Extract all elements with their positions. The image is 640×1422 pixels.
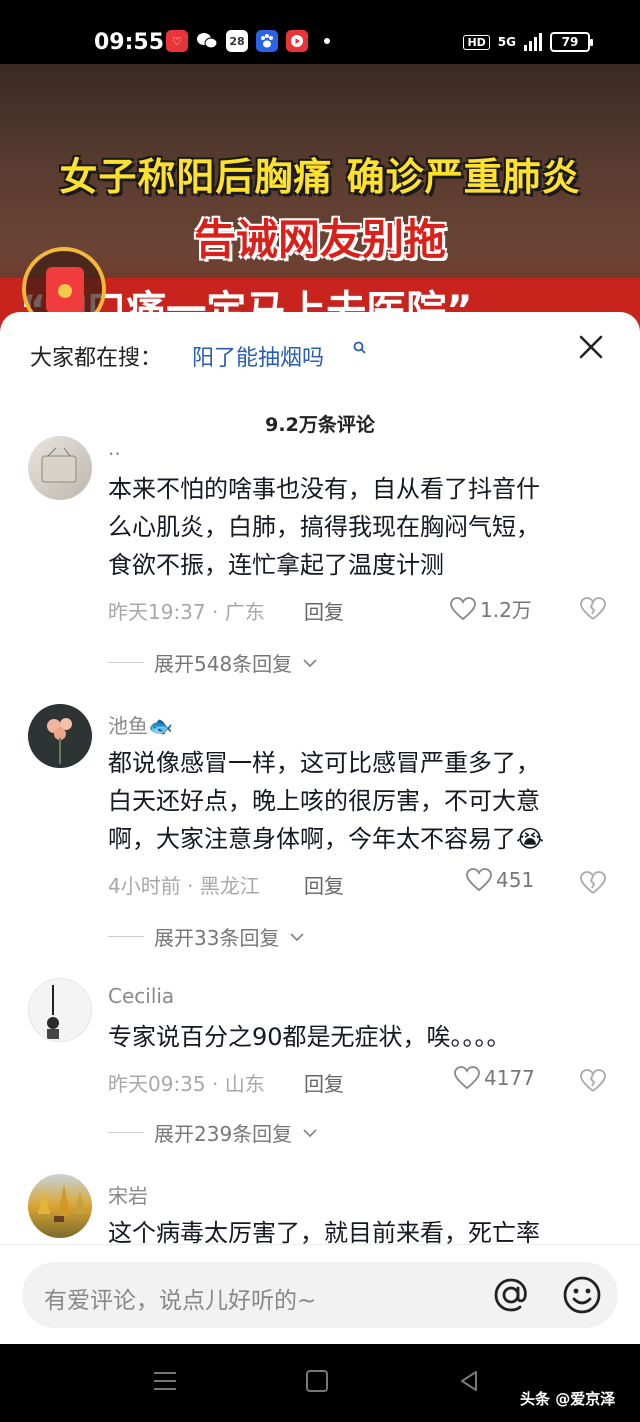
comment-line: 食欲不振，连忙拿起了温度计测 — [108, 551, 444, 579]
comment-meta: 昨天19:37 · 广东 — [108, 600, 265, 624]
baidu-icon — [256, 30, 278, 52]
search-suggestion-link[interactable]: 阳了能抽烟吗 — [192, 340, 324, 372]
expand-replies-label: 展开548条回复 — [154, 652, 293, 676]
comment-author[interactable]: .. — [108, 436, 121, 460]
back-icon[interactable] — [458, 1370, 480, 1392]
avatar[interactable] — [28, 978, 92, 1042]
video-player[interactable]: 女子称阳后胸痛 确诊严重肺炎 告诫网友别拖 “胸口痛一定马上去医院” — [0, 64, 640, 334]
divider — [108, 1132, 144, 1133]
comment-line: 专家说百分之90都是无症状，唉。。。。 — [108, 1023, 511, 1051]
video-headline-1: 女子称阳后胸痛 确诊严重肺炎 — [59, 155, 581, 199]
expand-replies-button[interactable]: 展开239条回复 — [108, 1118, 318, 1147]
comment-author[interactable]: 池鱼🐟 — [108, 710, 173, 739]
watermark: 头条 @爱京泽 — [520, 1390, 616, 1408]
chevron-down-icon — [303, 1128, 317, 1137]
comment-count: 9.2万条评论 — [265, 414, 375, 436]
comment-input-placeholder: 有爱评论，说点儿好听的~ — [44, 1288, 317, 1314]
network-type: 5G — [497, 35, 516, 49]
like-count: 4177 — [484, 1066, 535, 1090]
fish-icon: 🐟 — [148, 714, 173, 738]
divider — [108, 936, 144, 937]
calendar-icon: 28 — [226, 30, 248, 52]
like-count: 451 — [496, 868, 535, 892]
hd-icon: HD — [463, 34, 490, 50]
red-packet-coin-icon — [58, 284, 72, 298]
like-button[interactable]: 451 — [466, 868, 534, 892]
avatar[interactable] — [28, 1174, 92, 1238]
search-icon — [353, 341, 366, 354]
signal-icon — [524, 33, 542, 51]
heart-icon — [450, 596, 476, 620]
home-icon[interactable] — [306, 1370, 328, 1392]
reply-button[interactable]: 回复 — [304, 596, 344, 625]
comment-line: 啊，大家注意身体啊，今年太不容易了😭 — [108, 825, 545, 853]
expand-replies-button[interactable]: 展开33条回复 — [108, 922, 305, 951]
like-button[interactable]: 1.2万 — [450, 594, 532, 623]
comment-text: 都说像感冒一样，这可比感冒严重多了， 白天还好点，晚上咳的很厉害，不可大意 啊，… — [108, 744, 608, 858]
status-indicators: HD 5G 79 — [463, 32, 593, 52]
author-name: 池鱼 — [108, 714, 148, 738]
comment-line: 白天还好点，晚上咳的很厉害，不可大意 — [108, 787, 540, 815]
battery-level: 79 — [561, 35, 579, 49]
heart-icon — [466, 868, 492, 892]
status-time: 09:55 — [94, 30, 165, 55]
wechat-icon — [196, 30, 218, 52]
chevron-down-icon — [303, 658, 317, 667]
emoji-icon[interactable] — [562, 1275, 602, 1315]
system-nav-bar — [0, 1344, 640, 1422]
comment-author[interactable]: Cecilia — [108, 984, 174, 1008]
video-headline-2: 告诫网友别拖 — [193, 215, 446, 264]
close-icon[interactable] — [574, 330, 608, 364]
chevron-down-icon — [290, 932, 305, 941]
app-icon-red: ♡ — [166, 30, 188, 52]
broken-heart-icon[interactable] — [580, 1068, 606, 1094]
reply-button[interactable]: 回复 — [304, 1068, 344, 1097]
comment-meta: 4小时前 · 黑龙江 — [108, 874, 260, 898]
avatar[interactable] — [28, 436, 92, 500]
notification-dot-icon — [324, 38, 330, 44]
expand-replies-label: 展开239条回复 — [154, 1122, 293, 1146]
comment-line: 都说像感冒一样，这可比感冒严重多了， — [108, 749, 540, 777]
search-hint-label: 大家都在搜： — [30, 346, 163, 371]
comments-sheet: 大家都在搜： 阳了能抽烟吗 9.2万条评论 .. 本来不怕的啥事也没有，自从看了… — [0, 312, 640, 1344]
reply-button[interactable]: 回复 — [304, 870, 344, 899]
like-button[interactable]: 4177 — [454, 1066, 535, 1090]
expand-replies-button[interactable]: 展开548条回复 — [108, 648, 318, 677]
at-mention-icon[interactable] — [492, 1276, 530, 1314]
recent-apps-icon[interactable] — [152, 1370, 178, 1392]
like-count: 1.2万 — [480, 598, 532, 622]
video-app-icon — [286, 30, 308, 52]
comment-line: 本来不怕的啥事也没有，自从看了抖音什 — [108, 475, 540, 503]
heart-icon — [454, 1066, 480, 1090]
divider — [108, 662, 144, 663]
expand-replies-label: 展开33条回复 — [154, 926, 280, 950]
comment-text: 专家说百分之90都是无症状，唉。。。。 — [108, 1018, 608, 1056]
avatar[interactable] — [28, 704, 92, 768]
comment-input[interactable]: 有爱评论，说点儿好听的~ — [22, 1262, 618, 1328]
battery-icon: 79 — [550, 32, 593, 52]
comment-text: 本来不怕的啥事也没有，自从看了抖音什 么心肌炎，白肺，搞得我现在胸闷气短， 食欲… — [108, 470, 608, 584]
status-app-icons: ♡ 28 — [166, 30, 330, 52]
comment-meta: 昨天09:35 · 山东 — [108, 1072, 265, 1096]
broken-heart-icon[interactable] — [580, 596, 606, 622]
comment-author[interactable]: 宋岩 — [108, 1180, 148, 1209]
comment-line: 么心肌炎，白肺，搞得我现在胸闷气短， — [108, 513, 540, 541]
broken-heart-icon[interactable] — [580, 870, 606, 896]
